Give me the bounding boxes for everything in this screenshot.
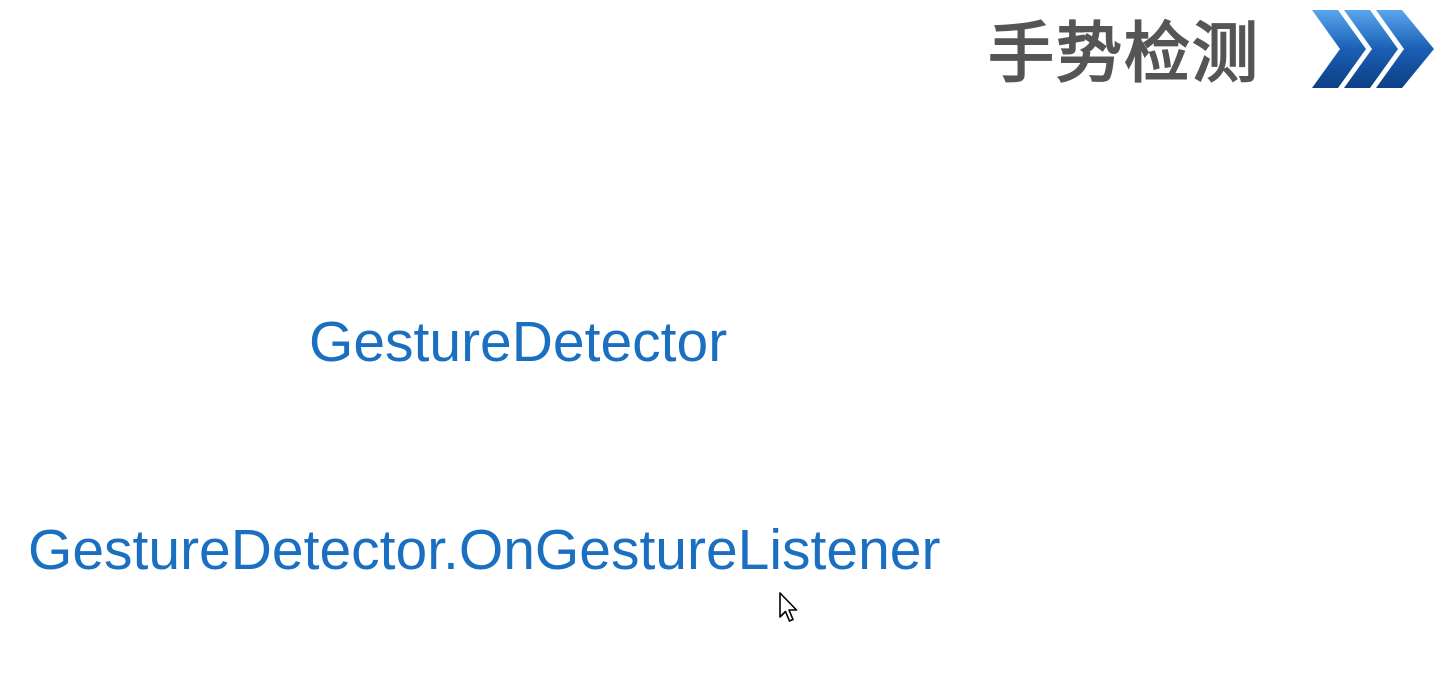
term-on-gesture-listener: GestureDetector.OnGestureListener bbox=[28, 518, 941, 582]
slide-title: 手势检测 bbox=[988, 15, 1260, 92]
triple-chevron-right-icon bbox=[1312, 10, 1434, 88]
mouse-pointer-icon bbox=[779, 592, 798, 622]
term-gesture-detector: GestureDetector bbox=[309, 310, 728, 374]
